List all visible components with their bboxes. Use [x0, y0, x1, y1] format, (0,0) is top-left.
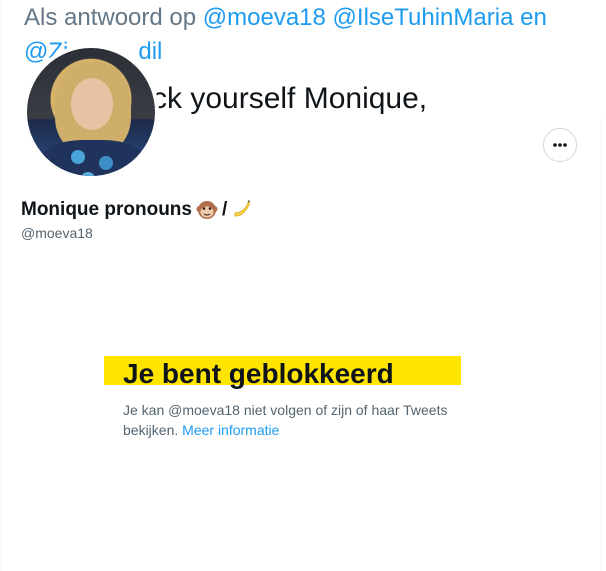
banner-conjunction: en — [520, 4, 547, 31]
profile-name-text: Monique pronouns — [21, 199, 192, 220]
banner-text-line: ck yourself Monique, — [152, 82, 428, 115]
blocked-title: Je bent geblokkeerd — [123, 358, 394, 389]
banner-reply-prefix: Als antwoord op — [24, 4, 197, 31]
blocked-description: Je kan @moeva18 niet volgen of zijn of h… — [123, 400, 483, 440]
avatar-face — [71, 78, 113, 130]
learn-more-link[interactable]: Meer informatie — [182, 422, 279, 438]
profile-name: Monique pronouns / — [21, 199, 253, 221]
more-horizontal-icon — [553, 143, 567, 147]
avatar-shirt — [41, 140, 145, 176]
profile-handle: @moeva18 — [21, 225, 93, 241]
banner-mention-2: @IlseTuhinMaria — [332, 4, 514, 31]
banner-reply-line: Als antwoord op @moeva18 @IlseTuhinMaria… — [24, 4, 547, 32]
blocked-description-text: Je kan @moeva18 niet volgen of zijn of h… — [123, 402, 448, 438]
profile-name-separator: / — [221, 199, 228, 220]
profile-page: Als antwoord op @moeva18 @IlseTuhinMaria… — [0, 0, 606, 571]
banana-icon — [234, 200, 251, 217]
avatar[interactable] — [23, 44, 159, 180]
main-column: Als antwoord op @moeva18 @IlseTuhinMaria… — [1, 0, 603, 571]
banner-line2-tail: dil — [138, 38, 163, 65]
banner-mention-1: @moeva18 — [202, 4, 326, 31]
monkey-face-icon — [196, 201, 218, 219]
more-options-button[interactable] — [543, 128, 577, 162]
